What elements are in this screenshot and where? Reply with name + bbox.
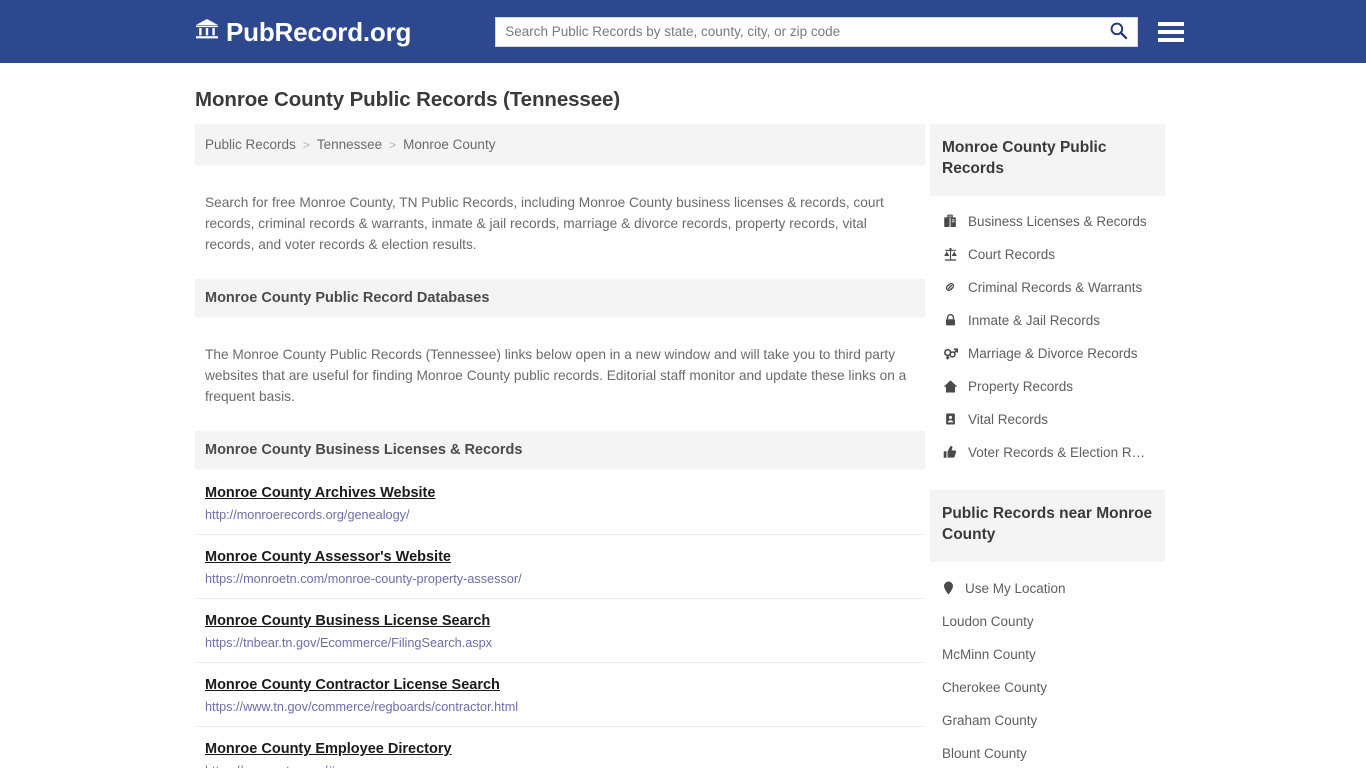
nearby-item-label: McMinn County	[942, 646, 1036, 662]
sidebar-nearby-mcminn-county[interactable]: McMinn County	[930, 638, 1165, 671]
site-header: PubRecord.org	[0, 0, 1366, 63]
nearby-item-label: Graham County	[942, 712, 1038, 728]
breadcrumb-separator-icon: >	[389, 137, 397, 152]
bank-icon	[195, 17, 219, 46]
sidebar-nearby-loudon-county[interactable]: Loudon County	[930, 605, 1165, 638]
business-section-heading: Monroe County Business Licenses & Record…	[195, 431, 925, 470]
sidebar-item-voter-records[interactable]: Voter Records & Election R…	[930, 436, 1165, 469]
sidebar-item-label: Inmate & Jail Records	[968, 312, 1101, 328]
sidebar-records-heading: Monroe County Public Records	[930, 124, 1165, 196]
page-body: Monroe County Public Records (Tennessee)…	[0, 63, 1366, 768]
sidebar-item-vital-records[interactable]: Vital Records	[930, 403, 1165, 436]
sidebar-nearby-graham-county[interactable]: Graham County	[930, 704, 1165, 737]
site-logo-text: PubRecord.org	[226, 16, 412, 47]
site-logo[interactable]: PubRecord.org	[195, 17, 411, 46]
nearby-item-label: Blount County	[942, 745, 1027, 761]
intro-paragraph: Search for free Monroe County, TN Public…	[205, 194, 884, 253]
sidebar-item-business-licenses[interactable]: Business Licenses & Records	[930, 205, 1165, 238]
home-icon	[942, 379, 958, 394]
sidebar-item-court-records[interactable]: Court Records	[930, 238, 1165, 271]
link-url[interactable]: https://tnbear.tn.gov/Ecommerce/FilingSe…	[205, 636, 915, 650]
sidebar-item-marriage-divorce-records[interactable]: Marriage & Divorce Records	[930, 337, 1165, 370]
content-columns: Public Records > Tennessee > Monroe Coun…	[195, 124, 1366, 768]
sidebar-item-label: Vital Records	[968, 411, 1049, 427]
nearby-item-label: Cherokee County	[942, 679, 1048, 695]
nearby-records-block: Public Records near Monroe County Use My…	[930, 489, 1165, 768]
link-url[interactable]: http://monroerecords.org/genealogy/	[205, 508, 915, 522]
sidebar-item-property-records[interactable]: Property Records	[930, 370, 1165, 403]
sidebar: Monroe County Public Records Business Li…	[930, 124, 1165, 768]
nearby-item-label: Loudon County	[942, 613, 1034, 629]
sidebar-nearby-heading: Public Records near Monroe County	[930, 489, 1165, 562]
page-title: Monroe County Public Records (Tennessee)	[195, 88, 621, 111]
breadcrumb-separator-icon: >	[302, 137, 310, 152]
breadcrumb: Public Records > Tennessee > Monroe Coun…	[195, 124, 925, 165]
sidebar-nearby-blount-county[interactable]: Blount County	[930, 737, 1165, 768]
lock-icon	[942, 313, 958, 327]
link-url[interactable]: https://monroetn.com/monroe-county-prope…	[205, 572, 915, 586]
breadcrumb-item-public-records[interactable]: Public Records	[205, 137, 296, 152]
list-item: Monroe County Business License Search ht…	[195, 599, 925, 664]
breadcrumb-item-tennessee[interactable]: Tennessee	[317, 137, 382, 152]
search-button[interactable]	[1102, 17, 1134, 47]
link-title[interactable]: Monroe County Archives Website	[205, 485, 435, 501]
id-badge-icon	[942, 412, 958, 426]
link-title[interactable]: Monroe County Contractor License Search	[205, 677, 500, 693]
sidebar-nearby-cherokee-county[interactable]: Cherokee County	[930, 671, 1165, 704]
breadcrumb-item-monroe-county[interactable]: Monroe County	[403, 137, 495, 152]
link-title[interactable]: Monroe County Assessor's Website	[205, 549, 451, 565]
sidebar-item-label: Business Licenses & Records	[968, 213, 1147, 229]
use-my-location-button[interactable]: Use My Location	[930, 572, 1165, 605]
sidebar-item-label: Court Records	[968, 246, 1056, 262]
thumbs-up-icon	[942, 445, 958, 459]
hamburger-bar-2	[1158, 29, 1185, 34]
sidebar-item-inmate-jail-records[interactable]: Inmate & Jail Records	[930, 304, 1165, 337]
sidebar-item-label: Marriage & Divorce Records	[968, 345, 1138, 361]
link-url[interactable]: https://monroetn.com/#	[205, 764, 915, 768]
hamburger-bar-1	[1158, 21, 1185, 26]
business-link-list: Monroe County Archives Website http://mo…	[195, 469, 925, 768]
databases-paragraph: The Monroe County Public Records (Tennes…	[205, 346, 907, 405]
search-input[interactable]	[495, 16, 1139, 47]
sidebar-records-list: Business Licenses & Records Court Record…	[930, 196, 1165, 469]
main-content: Public Records > Tennessee > Monroe Coun…	[195, 124, 925, 768]
sidebar-item-label: Property Records	[968, 378, 1074, 394]
sidebar-item-criminal-records[interactable]: Criminal Records & Warrants	[930, 271, 1165, 304]
sidebar-item-label: Criminal Records & Warrants	[968, 279, 1143, 295]
venus-mars-icon	[942, 346, 958, 361]
link-url[interactable]: https://www.tn.gov/commerce/regboards/co…	[205, 700, 915, 714]
link-title[interactable]: Monroe County Employee Directory	[205, 741, 452, 757]
hamburger-bar-3	[1158, 37, 1185, 42]
search-bar	[495, 16, 1139, 47]
briefcase-icon	[942, 214, 958, 228]
list-item: Monroe County Employee Directory https:/…	[195, 727, 925, 768]
map-pin-icon	[942, 581, 955, 595]
databases-section-heading: Monroe County Public Record Databases	[195, 279, 925, 318]
list-item: Monroe County Assessor's Website https:/…	[195, 535, 925, 600]
nearby-county-list: Use My Location Loudon County McMinn Cou…	[930, 562, 1165, 768]
link-title[interactable]: Monroe County Business License Search	[205, 613, 490, 629]
scales-of-justice-icon	[942, 247, 958, 262]
nearby-item-label: Use My Location	[965, 580, 1066, 596]
sidebar-item-label: Voter Records & Election R…	[968, 444, 1146, 460]
list-item: Monroe County Contractor License Search …	[195, 663, 925, 728]
list-item: Monroe County Archives Website http://mo…	[195, 469, 925, 536]
search-icon	[1109, 21, 1128, 43]
chain-link-icon	[942, 280, 958, 294]
hamburger-menu-icon[interactable]	[1158, 21, 1185, 43]
